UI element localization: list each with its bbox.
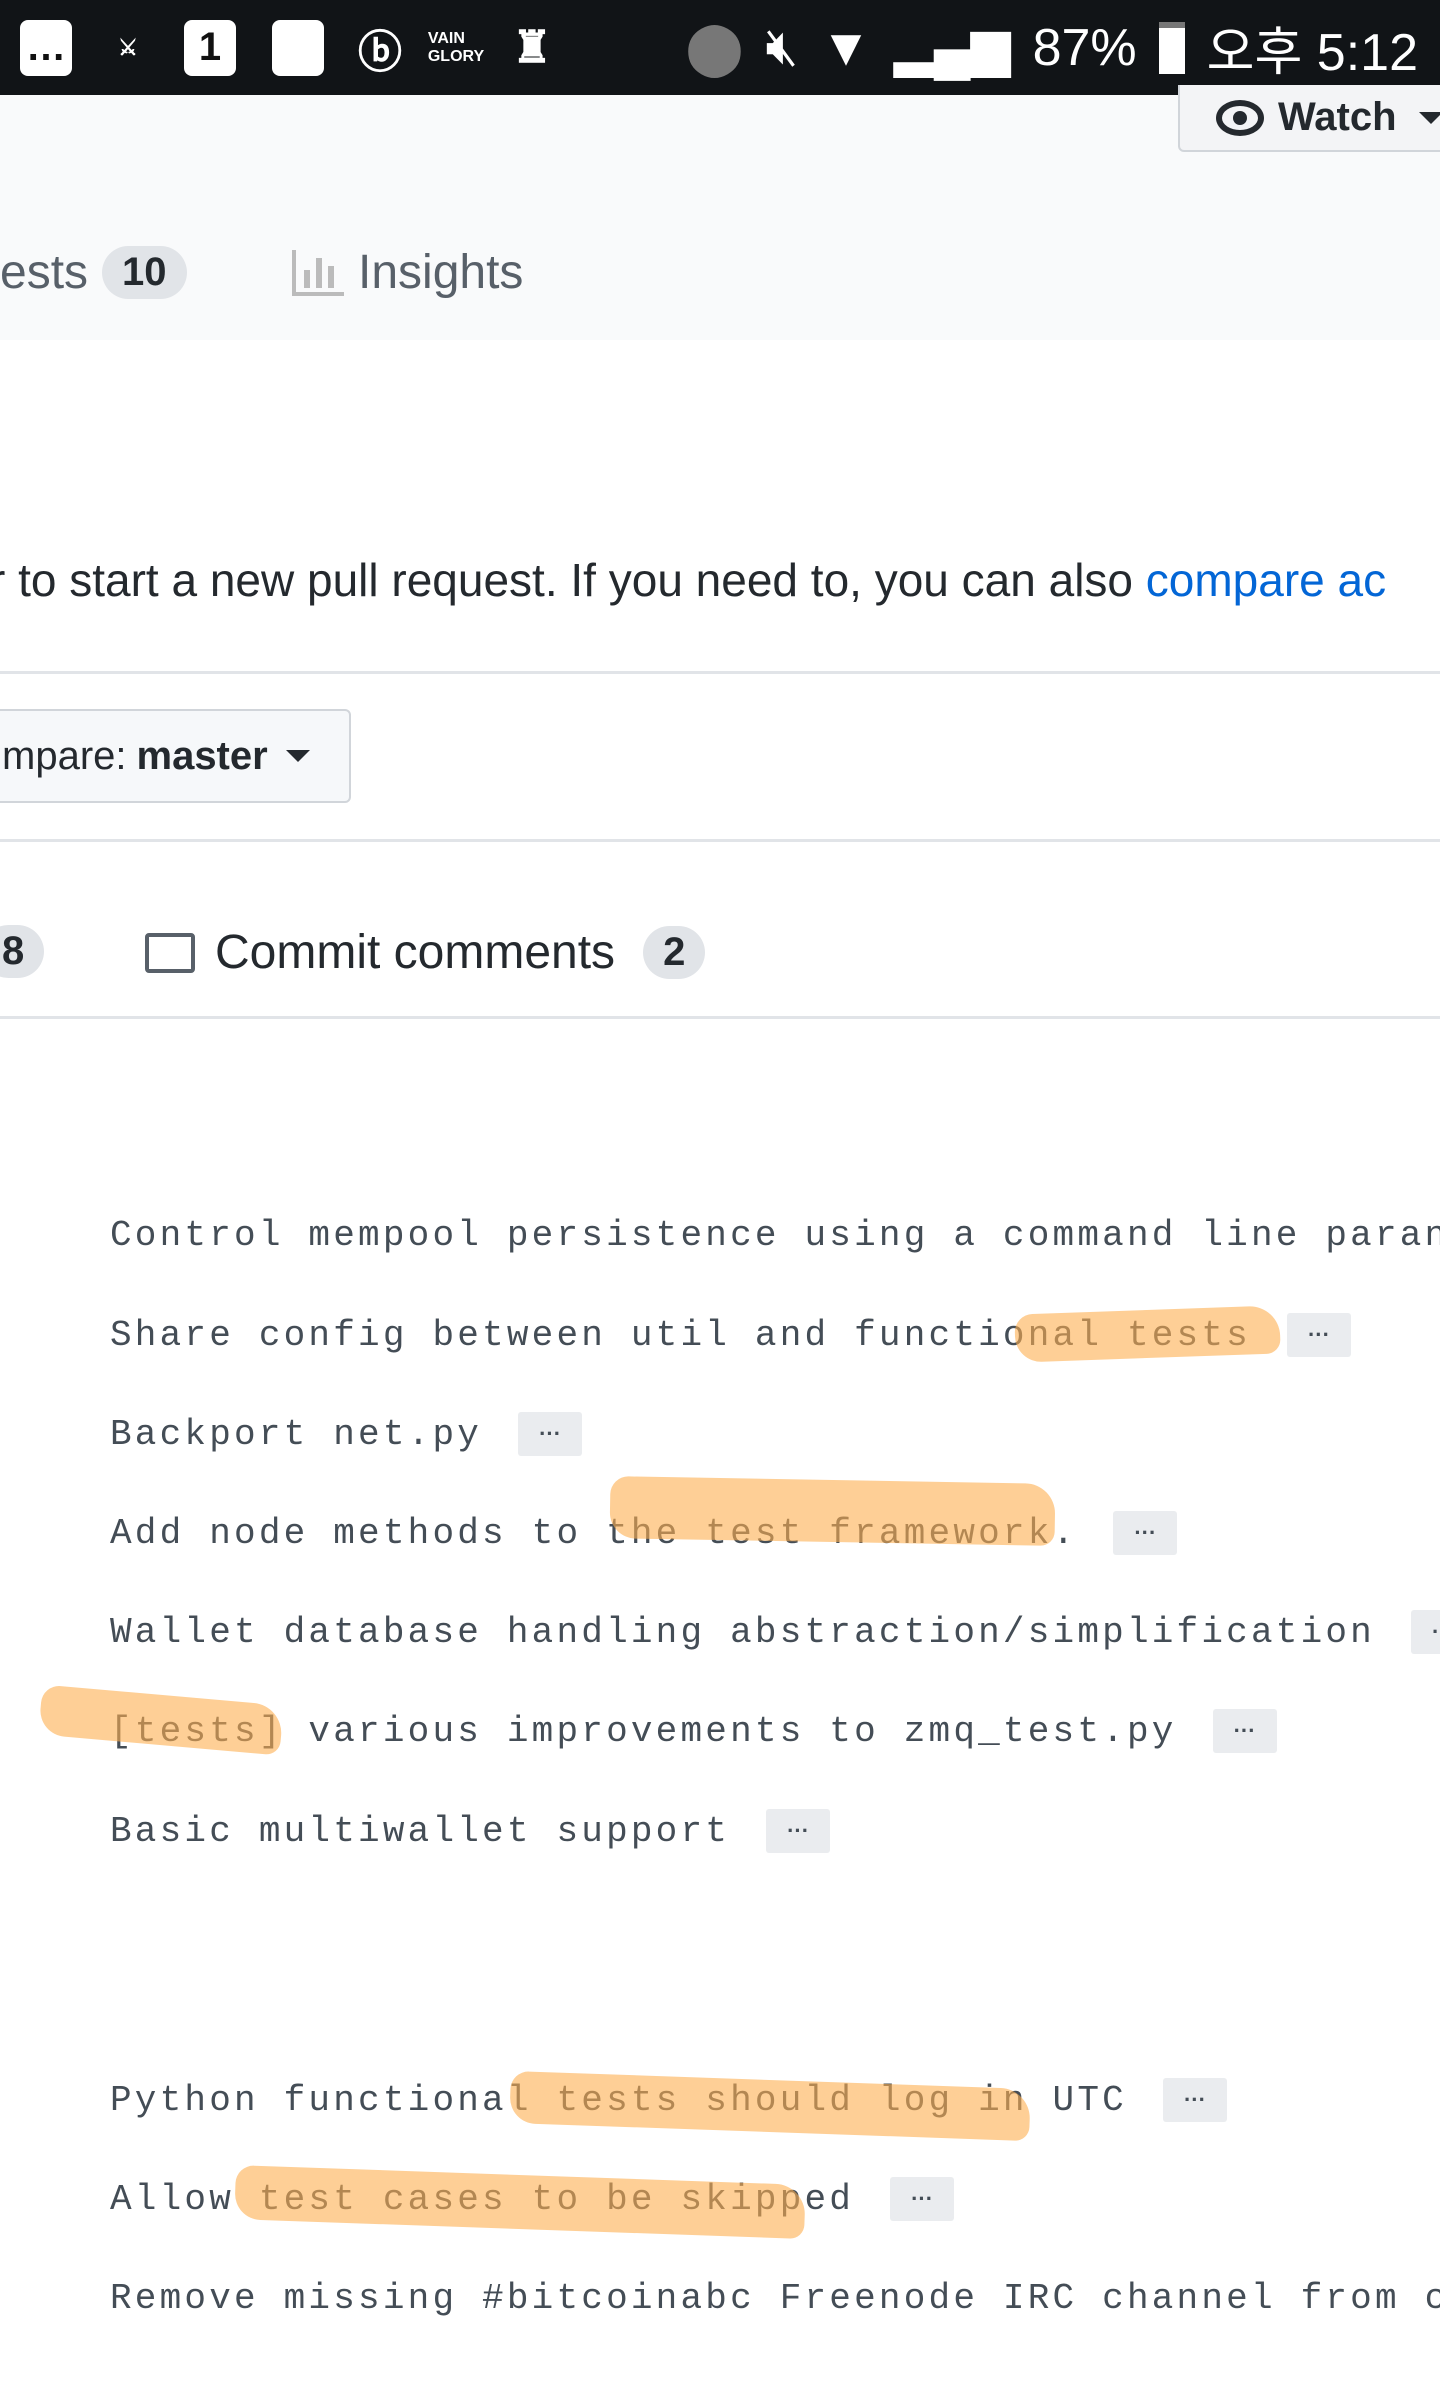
commit-item: [tests] various improvements to zmq_test… — [110, 1701, 1277, 1761]
count-badge: 2 — [643, 926, 706, 979]
count-badge: 10 — [102, 246, 187, 299]
divider — [0, 671, 1440, 674]
blank-app-icon — [272, 19, 324, 76]
commit-message[interactable]: [tests] various improvements to zmq_test… — [110, 1711, 1177, 1752]
wifi-lock-icon: ▼ — [820, 18, 872, 77]
count-badge: 8 — [0, 925, 45, 978]
compare-branch-select[interactable]: mpare: master — [0, 709, 351, 803]
graph-icon — [292, 249, 344, 296]
commit-message[interactable]: Remove missing #bitcoinabc Freenode IRC … — [110, 2278, 1440, 2319]
expand-ellipsis-button[interactable]: ··· — [1410, 1610, 1440, 1654]
commit-item: Add node methods to the test framework. ·… — [110, 1503, 1178, 1563]
commit-message[interactable]: Python functional tests should log in UT… — [110, 2080, 1127, 2121]
signal-icon: ▂▄▆ — [893, 18, 1011, 77]
commit-item: Remove missing #bitcoinabc Freenode IRC … — [110, 2268, 1440, 2328]
shield-icon: ⚔ — [118, 34, 138, 60]
b-app-icon: ⓑ — [358, 27, 402, 77]
expand-ellipsis-button[interactable]: ··· — [1113, 1511, 1178, 1555]
commit-message[interactable]: Add node methods to the test framework. — [110, 1513, 1077, 1554]
crown-icon: ♜ — [512, 23, 552, 72]
expand-ellipsis-button[interactable]: ··· — [1212, 1709, 1277, 1753]
expand-ellipsis-button[interactable]: ··· — [1162, 2078, 1227, 2122]
commit-message[interactable]: Share config between util and functional… — [110, 1315, 1251, 1356]
commit-item: Basic multiwallet support ··· — [110, 1801, 831, 1861]
one-icon: 1 — [184, 19, 236, 76]
commit-message[interactable]: Wallet database handling abstraction/sim… — [110, 1612, 1375, 1653]
compare-across-link[interactable]: compare ac — [1146, 554, 1386, 606]
commit-message[interactable]: Backport net.py — [110, 1414, 482, 1455]
commit-message[interactable]: Allow test cases to be skipped — [110, 2179, 854, 2220]
chat-bubble-icon: … — [20, 19, 72, 76]
expand-ellipsis-button[interactable]: ··· — [766, 1809, 831, 1853]
expand-ellipsis-button[interactable]: ··· — [890, 2177, 955, 2221]
eye-icon — [1216, 99, 1264, 136]
commit-item: Allow test cases to be skipped ··· — [110, 2169, 955, 2229]
mute-icon: 🔇︎ — [765, 18, 799, 76]
tab-insights[interactable]: Insights — [292, 245, 523, 300]
watch-button[interactable]: Watch — [1178, 85, 1440, 152]
battery-icon — [1158, 21, 1185, 74]
repo-header: Watch ests 10 Insights — [0, 85, 1440, 340]
compare-info-text: r to start a new pull request. If you ne… — [0, 554, 1387, 606]
expand-ellipsis-button[interactable]: ··· — [518, 1412, 583, 1456]
commit-item: Wallet database handling abstraction/sim… — [110, 1602, 1440, 1662]
commit-item: Share config between util and functional… — [110, 1305, 1351, 1365]
commit-item: Python functional tests should log in UT… — [110, 2070, 1227, 2130]
expand-ellipsis-button[interactable]: ··· — [1286, 1313, 1351, 1357]
divider — [0, 839, 1440, 842]
commit-item: Backport net.py ··· — [110, 1404, 583, 1464]
commit-message[interactable]: Control mempool persistence using a comm… — [110, 1215, 1440, 1256]
tab-commit-comments[interactable]: Commit comments 2 — [145, 925, 706, 980]
caret-down-icon — [1418, 111, 1440, 124]
commit-message[interactable]: Basic multiwallet support — [110, 1811, 730, 1852]
status-bar: … ⚔ 1 ⓑ VAIN GLORY ♜ ⬤ 🔇︎ ▼ ▂▄▆ 87% 오후 5… — [0, 0, 1440, 95]
battery-level: 87% — [1032, 18, 1137, 77]
tab-pull-requests[interactable]: ests 10 — [0, 245, 187, 300]
clock: 오후 5:12 — [1206, 24, 1418, 82]
commit-item: Control mempool persistence using a comm… — [110, 1205, 1440, 1265]
vainglory-icon: VAIN GLORY — [427, 29, 485, 65]
caret-down-icon — [285, 750, 310, 762]
location-icon: ⬤ — [685, 18, 744, 77]
tabs-underline — [0, 1016, 1440, 1019]
tab-commits[interactable]: 8 — [0, 925, 45, 978]
comment-icon — [145, 932, 195, 973]
